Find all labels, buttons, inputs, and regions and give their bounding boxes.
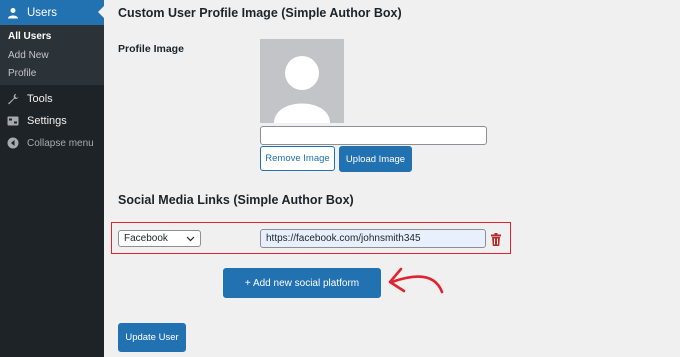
sidebar-item-label: Settings: [27, 115, 67, 127]
collapse-icon: [7, 137, 19, 149]
admin-sidebar: Users All Users Add New Profile Tools Se…: [0, 0, 104, 357]
avatar-placeholder: [260, 39, 344, 123]
submenu-all-users[interactable]: All Users: [8, 31, 51, 42]
collapse-menu-button[interactable]: Collapse menu: [0, 133, 104, 153]
sidebar-item-tools[interactable]: Tools: [0, 89, 104, 109]
collapse-menu-label: Collapse menu: [27, 137, 94, 149]
upload-image-button[interactable]: Upload Image: [339, 146, 412, 172]
users-icon: [7, 7, 19, 19]
chevron-down-icon: [186, 236, 195, 242]
sidebar-item-label: Users: [27, 6, 58, 19]
profile-image-label: Profile Image: [118, 43, 184, 55]
users-submenu: All Users Add New Profile: [0, 25, 104, 85]
update-user-button[interactable]: Update User: [118, 323, 186, 352]
add-social-platform-button[interactable]: + Add new social platform: [223, 268, 381, 298]
default-avatar-icon: [274, 56, 330, 123]
submenu-profile[interactable]: Profile: [8, 68, 36, 79]
current-menu-notch: [98, 6, 104, 18]
settings-icon: [7, 115, 19, 127]
social-url-input[interactable]: https://facebook.com/johnsmith345: [260, 229, 486, 248]
submenu-add-new[interactable]: Add New: [8, 50, 49, 61]
profile-image-heading: Custom User Profile Image (Simple Author…: [118, 6, 402, 20]
sidebar-item-users[interactable]: Users: [0, 0, 104, 25]
remove-image-button[interactable]: Remove Image: [260, 146, 335, 171]
sidebar-item-settings[interactable]: Settings: [0, 111, 104, 131]
sidebar-item-label: Tools: [27, 93, 53, 105]
trash-icon[interactable]: [490, 233, 502, 246]
profile-image-url-input[interactable]: [260, 126, 487, 145]
red-arrow-icon: [388, 267, 444, 294]
select-value: Facebook: [124, 233, 168, 244]
social-platform-select[interactable]: Facebook: [118, 230, 201, 247]
social-media-heading: Social Media Links (Simple Author Box): [118, 193, 354, 207]
tools-icon: [7, 93, 19, 105]
